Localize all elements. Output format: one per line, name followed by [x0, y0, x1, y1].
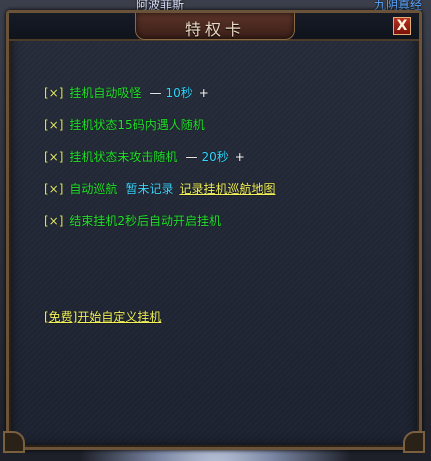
option-checkbox[interactable]: [×]: [44, 214, 63, 228]
window-title: 特权卡: [184, 20, 245, 39]
option-auto-restart: [×] 结束挂机2秒后自动开启挂机: [44, 212, 221, 229]
decrease-button[interactable]: —: [185, 150, 197, 164]
option-auto-cruise: [×] 自动巡航 暂未记录 记录挂机巡航地图: [44, 180, 275, 197]
option-label: 自动巡航: [69, 182, 118, 196]
option-checkbox[interactable]: [×]: [44, 118, 63, 132]
frame-corner-ornament: [3, 431, 25, 453]
game-scene: 阿波菲斯 九阴真经 特权卡 X [×] 挂机自动吸怪 —10秒 + [×] 挂机状态15…: [0, 0, 431, 461]
option-label: 结束挂机2秒后自动开启挂机: [69, 214, 222, 228]
frame-corner-ornament: [403, 431, 425, 453]
free-custom-autohunt-link[interactable]: [免费]开始自定义挂机: [44, 308, 161, 325]
option-checkbox[interactable]: [×]: [44, 150, 63, 164]
window-titlebar: 特权卡 X: [9, 13, 419, 41]
option-random-on-player: [×] 挂机状态15码内遇人随机: [44, 116, 205, 133]
increase-button[interactable]: +: [235, 150, 245, 164]
increase-button[interactable]: +: [199, 86, 209, 100]
record-cruise-map-link[interactable]: 记录挂机巡航地图: [179, 182, 275, 196]
option-random-idle: [×] 挂机状态未攻击随机 — 20秒 +: [44, 148, 245, 165]
option-value: 20秒: [201, 150, 229, 164]
option-label: 挂机自动吸怪: [69, 86, 142, 100]
option-value: 10秒: [165, 86, 193, 100]
option-checkbox[interactable]: [×]: [44, 86, 63, 100]
privilege-card-window: 特权卡 X [×] 挂机自动吸怪 — 10秒 + [×] 挂机状态15码内遇人随机 [×]…: [3, 10, 425, 453]
option-auto-pull: [×] 挂机自动吸怪 — 10秒 +: [44, 84, 209, 101]
title-plate: 特权卡: [135, 13, 295, 40]
decrease-button[interactable]: —: [149, 86, 161, 100]
cruise-status: 暂未记录: [125, 182, 174, 196]
close-button[interactable]: X: [393, 17, 411, 35]
option-checkbox[interactable]: [×]: [44, 182, 63, 196]
option-label: 挂机状态未攻击随机: [69, 150, 178, 164]
option-label: 挂机状态15码内遇人随机: [69, 118, 205, 132]
